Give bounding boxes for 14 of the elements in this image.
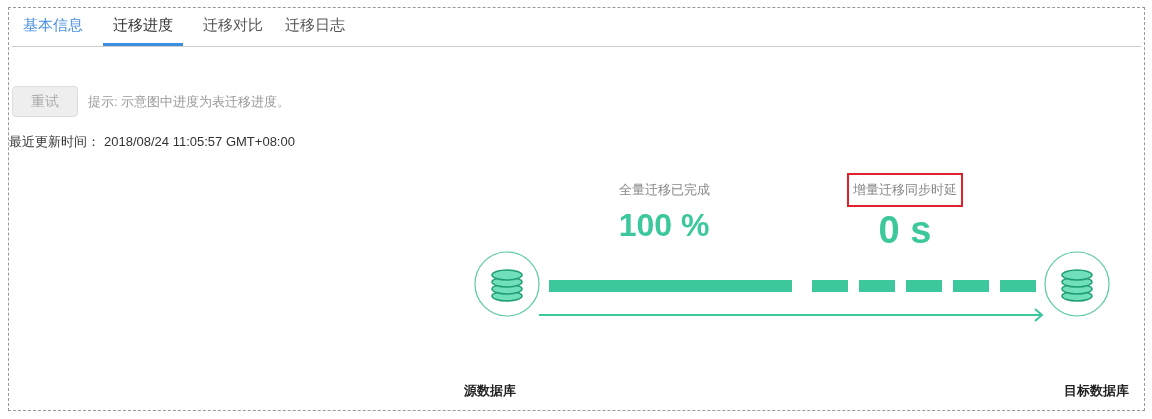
hint-text: 提示: 示意图中进度为表迁移进度。 (88, 92, 291, 111)
database-icon (1044, 251, 1110, 317)
source-label: 源数据库 (464, 382, 516, 400)
stat-value: 100 % (618, 208, 710, 241)
update-time-label: 最近更新时间： (9, 133, 100, 151)
tab[interactable]: 迁移进度 (103, 14, 183, 46)
stat-label: 全量迁移已完成 (617, 181, 711, 199)
tab[interactable]: 迁移对比 (201, 14, 265, 46)
database-icon (474, 251, 540, 317)
target-label: 目标数据库 (1064, 382, 1129, 400)
tab[interactable]: 迁移日志 (283, 14, 347, 46)
stat-label: 增量迁移同步时延 (847, 173, 963, 207)
update-time-value: 2018/08/24 11:05:57 GMT+08:00 (104, 133, 295, 151)
stat-value: 0 s (878, 210, 932, 249)
